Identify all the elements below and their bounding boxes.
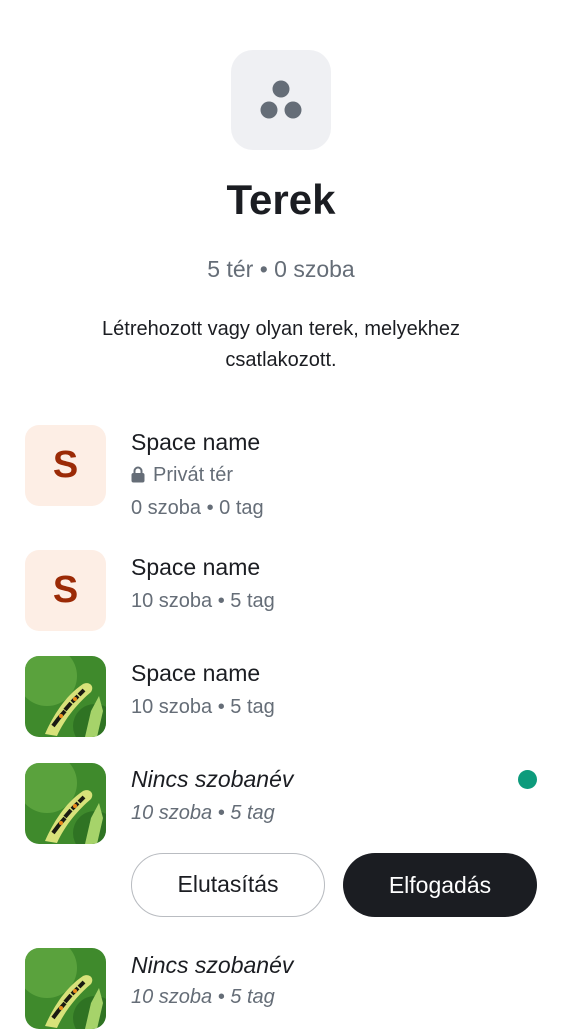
space-avatar[interactable]: S	[25, 550, 106, 631]
space-name[interactable]: Nincs szobanév	[131, 952, 293, 979]
space-meta: 10 szoba • 5 tag	[131, 696, 275, 718]
accept-button[interactable]: Elfogadás	[343, 853, 537, 917]
unread-indicator	[518, 770, 537, 789]
space-avatar-photo[interactable]	[25, 763, 106, 844]
space-name[interactable]: Space name	[131, 429, 260, 456]
space-name[interactable]: Space name	[131, 554, 260, 581]
privacy-label: Privát tér	[131, 464, 233, 487]
privacy-text: Privát tér	[153, 464, 234, 486]
space-meta: 10 szoba • 5 tag	[131, 802, 275, 824]
space-avatar[interactable]: S	[25, 425, 106, 506]
space-avatar-photo[interactable]	[25, 656, 106, 737]
lock-icon	[131, 466, 145, 483]
space-count-summary: 5 tér • 0 szoba	[207, 256, 355, 282]
page-title: Terek	[226, 176, 336, 223]
space-meta: 0 szoba • 0 tag	[131, 497, 264, 519]
decline-button[interactable]: Elutasítás	[131, 853, 325, 917]
space-name[interactable]: Space name	[131, 660, 260, 687]
page-description: Létrehozott vagy olyan terek, melyekhez …	[102, 318, 460, 371]
space-name[interactable]: Nincs szobanév	[131, 766, 293, 793]
space-meta: 10 szoba • 5 tag	[131, 590, 275, 612]
space-meta: 10 szoba • 5 tag	[131, 986, 275, 1008]
spaces-icon	[231, 50, 331, 150]
space-avatar-photo[interactable]	[25, 948, 106, 1029]
